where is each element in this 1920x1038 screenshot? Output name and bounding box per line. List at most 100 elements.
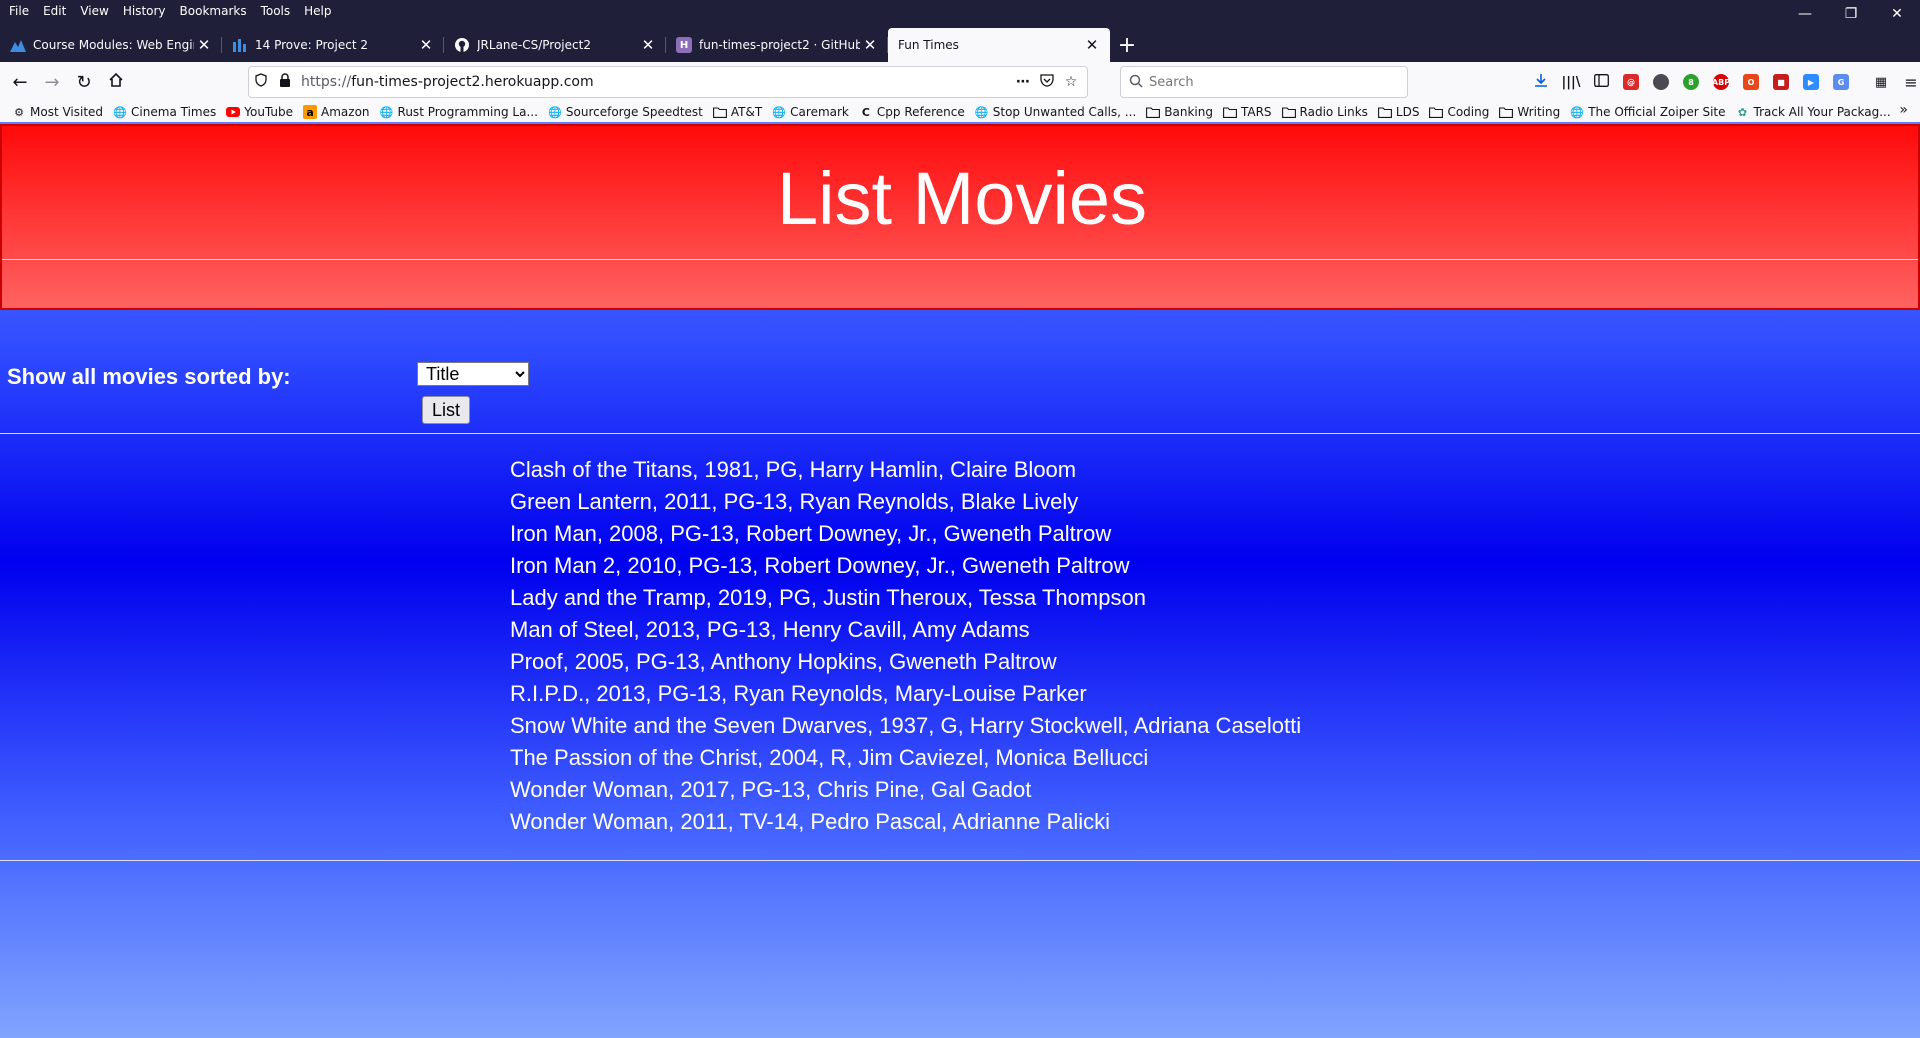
bookmark-label: Writing	[1517, 105, 1561, 119]
new-tab-button[interactable]: +	[1110, 28, 1144, 62]
bookmark-label: Cpp Reference	[876, 105, 965, 119]
gear-icon: ⚙	[14, 105, 24, 119]
office-button[interactable]: O	[1736, 67, 1766, 97]
page-title: List Movies	[776, 157, 1148, 240]
sort-select[interactable]: Title	[417, 362, 529, 386]
toolbar-icons: |||\ @ 8 ABP O ■ ▶ G ▦ ≡	[1526, 66, 1920, 98]
bookmark-cinema-times[interactable]: 🌐 Cinema Times	[113, 105, 216, 119]
arrow-left-icon: ←	[12, 71, 28, 93]
bookmark-track-packages[interactable]: ✿ Track All Your Packag...	[1736, 105, 1891, 119]
app-menu-button[interactable]: ≡	[1896, 67, 1920, 97]
adblock-button[interactable]: ABP	[1706, 67, 1736, 97]
search-bar[interactable]	[1120, 66, 1408, 98]
bookmark-rust[interactable]: 🌐 Rust Programming La...	[380, 105, 538, 119]
mail-extension-icon: @	[1623, 74, 1639, 90]
close-window-button[interactable]: ✕	[1874, 0, 1920, 28]
minimize-button[interactable]: —	[1782, 0, 1828, 28]
extension-mail-button[interactable]: @	[1616, 67, 1646, 97]
tab-title: Fun Times	[898, 38, 959, 52]
menu-bookmarks[interactable]: Bookmarks	[173, 1, 254, 21]
bookmark-folder-writing[interactable]: Writing	[1499, 105, 1560, 119]
url-text[interactable]: https://fun-times-project2.herokuapp.com	[297, 74, 1011, 90]
address-bar[interactable]: https://fun-times-project2.herokuapp.com…	[248, 66, 1088, 98]
bookmark-folder-tars[interactable]: TARS	[1223, 105, 1272, 119]
reload-button[interactable]: ↻	[68, 66, 100, 98]
menu-bar: File Edit View History Bookmarks Tools H…	[2, 0, 339, 22]
bookmark-label: Track All Your Packag...	[1753, 105, 1891, 119]
menu-help[interactable]: Help	[297, 1, 338, 21]
chevron-right-icon[interactable]: »	[1899, 102, 1908, 118]
movie-item: The Passion of the Christ, 2004, R, Jim …	[510, 745, 1149, 770]
package-icon: ✿	[1737, 105, 1748, 119]
page-actions-icon[interactable]: ⋯	[1011, 74, 1035, 90]
back-button[interactable]: ←	[4, 66, 36, 98]
tab-fun-times[interactable]: Fun Times ✕	[888, 28, 1110, 62]
tab-prove-project[interactable]: 14 Prove: Project 2 ✕	[222, 28, 444, 62]
bookmark-zoiper[interactable]: 🌐 The Official Zoiper Site	[1570, 105, 1725, 119]
close-tab-icon[interactable]: ✕	[194, 36, 214, 54]
bookmark-folder-lds[interactable]: LDS	[1377, 105, 1419, 119]
bookmark-folder-banking[interactable]: Banking	[1146, 105, 1213, 119]
bookmark-amazon[interactable]: a Amazon	[303, 105, 370, 119]
movie-list: Clash of the Titans, 1981, PG, Harry Ham…	[510, 454, 1301, 838]
tab-github-repo[interactable]: JRLane-CS/Project2 ✕	[444, 28, 666, 62]
navigation-toolbar: ← → ↻ https://fun-times-project2.herokua…	[0, 62, 1920, 102]
bookmark-youtube[interactable]: YouTube	[226, 105, 293, 119]
globe-icon: 🌐	[974, 105, 989, 119]
extension-green-button[interactable]: 8	[1676, 67, 1706, 97]
bookmark-sourceforge[interactable]: 🌐 Sourceforge Speedtest	[548, 105, 703, 119]
bookmark-cpp-reference[interactable]: C Cpp Reference	[859, 105, 965, 119]
bookmark-label: YouTube	[244, 105, 294, 119]
bookmark-folder-radio[interactable]: Radio Links	[1281, 105, 1368, 119]
list-button[interactable]: List	[422, 396, 470, 424]
folder-icon	[1499, 105, 1514, 119]
search-icon	[1129, 74, 1143, 91]
menu-history[interactable]: History	[116, 1, 173, 21]
download-icon	[1534, 73, 1548, 91]
star-icon[interactable]: ☆	[1059, 74, 1083, 90]
close-tab-icon[interactable]: ✕	[416, 36, 436, 54]
close-tab-icon[interactable]: ✕	[1082, 36, 1102, 54]
extension-red-button[interactable]: ■	[1766, 67, 1796, 97]
divider-top	[0, 433, 1920, 434]
extensions-button[interactable]: ▦	[1866, 67, 1896, 97]
menu-edit[interactable]: Edit	[36, 1, 73, 21]
github-icon	[454, 37, 470, 53]
translate-button[interactable]: G	[1826, 67, 1856, 97]
close-tab-icon[interactable]: ✕	[860, 36, 880, 54]
account-button[interactable]	[1646, 67, 1676, 97]
plus-icon: +	[1117, 32, 1137, 58]
sort-label: Show all movies sorted by:	[7, 364, 291, 389]
zoom-button[interactable]: ▶	[1796, 67, 1826, 97]
close-tab-icon[interactable]: ✕	[638, 36, 658, 54]
menu-view[interactable]: View	[73, 1, 115, 21]
bookmark-label: Rust Programming La...	[397, 105, 538, 119]
home-button[interactable]	[100, 66, 132, 98]
bookmark-caremark[interactable]: 🌐 Caremark	[772, 105, 849, 119]
pocket-icon[interactable]	[1035, 73, 1059, 91]
tab-course-modules[interactable]: Course Modules: Web Enginee ✕	[0, 28, 222, 62]
menu-tools[interactable]: Tools	[254, 1, 298, 21]
sidebar-button[interactable]	[1586, 67, 1616, 97]
downloads-button[interactable]	[1526, 67, 1556, 97]
search-input[interactable]	[1149, 74, 1389, 90]
restore-button[interactable]: ❐	[1828, 0, 1874, 28]
movie-item: Clash of the Titans, 1981, PG, Harry Ham…	[510, 457, 1077, 482]
folder-icon	[1377, 105, 1392, 119]
bookmark-folder-att[interactable]: AT&T	[712, 105, 762, 119]
menu-file[interactable]: File	[2, 1, 36, 21]
forward-button[interactable]: →	[36, 66, 68, 98]
bookmark-folder-coding[interactable]: Coding	[1429, 105, 1489, 119]
shield-icon[interactable]	[249, 73, 273, 91]
title-bar: File Edit View History Bookmarks Tools H…	[0, 0, 1920, 28]
library-button[interactable]: |||\	[1556, 67, 1586, 97]
bookmark-label: Sourceforge Speedtest	[565, 105, 703, 119]
translate-icon: G	[1833, 74, 1849, 90]
bookmark-stop-calls[interactable]: 🌐 Stop Unwanted Calls, ...	[974, 105, 1136, 119]
minimize-icon: —	[1798, 6, 1812, 22]
globe-icon: 🌐	[379, 105, 394, 119]
tab-heroku[interactable]: H fun-times-project2 · GitHub | H ✕	[666, 28, 888, 62]
bookmark-most-visited[interactable]: ⚙ Most Visited	[12, 105, 103, 119]
lock-icon[interactable]	[273, 73, 297, 91]
sidebar-icon	[1593, 73, 1609, 91]
